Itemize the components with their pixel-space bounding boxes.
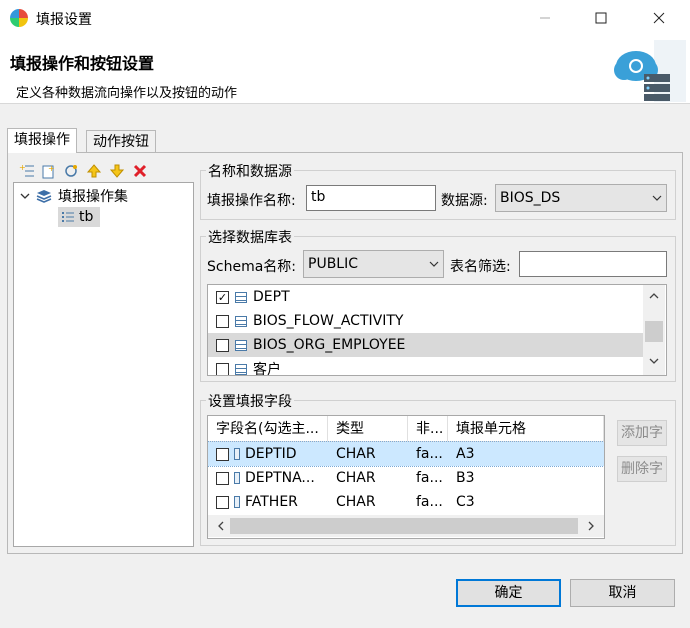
type-cell: CHAR [336, 494, 376, 510]
scroll-up-icon [649, 293, 659, 299]
table-row[interactable]: DEPTNA... CHAR fa... B3 [208, 466, 604, 490]
data-source-label: 数据源: [441, 193, 488, 209]
cell-ref-cell: C3 [456, 494, 475, 510]
maximize-button[interactable] [578, 0, 624, 36]
remove-field-button[interactable]: 删除字 [617, 456, 667, 482]
ok-button[interactable]: 确定 [456, 579, 561, 607]
data-source-select[interactable]: BIOS_DS [495, 184, 667, 212]
table-name: BIOS_ORG_EMPLOYEE [253, 337, 406, 353]
table-icon [235, 363, 247, 375]
operation-tree[interactable] [13, 182, 194, 547]
checkbox[interactable] [216, 471, 229, 485]
tab-fill-operations[interactable]: 填报操作 [7, 128, 77, 153]
scroll-down-icon [649, 358, 659, 364]
tree-node-tb[interactable]: tb [58, 207, 100, 227]
table-name: 客户 [253, 362, 281, 376]
name-source-group-label: 名称和数据源 [206, 161, 294, 181]
fields-table-scrollbar[interactable] [208, 515, 604, 537]
table-list-scrollbar[interactable] [643, 285, 665, 375]
chevron-down-icon [652, 195, 662, 201]
svg-text:+: + [19, 163, 26, 172]
operation-name-label: 填报操作名称: [207, 193, 296, 209]
operation-name-input[interactable]: tb [306, 185, 436, 211]
list-icon [62, 212, 74, 222]
schema-select[interactable]: PUBLIC [303, 250, 444, 278]
field-name-cell: FATHER [208, 490, 328, 514]
close-icon [653, 12, 665, 24]
banner-title: 填报操作和按钮设置 [10, 54, 155, 73]
scroll-left-icon [218, 521, 224, 531]
cloud-server-icon [614, 40, 686, 102]
minimize-button[interactable] [522, 0, 568, 36]
add-icon[interactable]: + [18, 162, 36, 180]
column-header[interactable]: 字段名(勾选主... [208, 416, 328, 442]
refresh-icon[interactable] [62, 162, 80, 180]
checkbox[interactable] [216, 338, 229, 352]
maximize-icon [595, 12, 607, 24]
cell-ref-cell: B3 [456, 470, 475, 486]
data-source-value: BIOS_DS [500, 190, 561, 206]
chevron-down-icon [429, 261, 439, 267]
tree-root-label: 填报操作集 [58, 189, 128, 205]
list-item[interactable]: ✓ DEPT [208, 285, 644, 309]
nonnull-cell: fa... [416, 494, 443, 510]
scroll-thumb [230, 518, 578, 534]
checkbox[interactable] [216, 314, 229, 328]
nonnull-cell: fa... [416, 446, 443, 462]
type-cell: CHAR [336, 470, 376, 486]
checkbox[interactable] [216, 495, 229, 509]
minimize-icon [540, 17, 550, 19]
table-icon [235, 315, 247, 327]
table-icon [235, 291, 247, 303]
schema-value: PUBLIC [308, 256, 358, 272]
table-icon [235, 339, 247, 351]
checkbox[interactable]: ✓ [216, 290, 229, 304]
fields-group-label: 设置填报字段 [206, 391, 294, 411]
field-name-cell: DEPTNA... [208, 466, 328, 490]
layers-icon [36, 190, 52, 203]
column-icon [234, 496, 240, 508]
list-item[interactable]: BIOS_ORG_EMPLOYEE [208, 333, 644, 357]
app-logo-icon [10, 9, 28, 27]
list-item[interactable]: 客户 [208, 357, 644, 376]
tree-node-root[interactable]: 填报操作集 [20, 186, 128, 206]
close-button[interactable] [636, 0, 682, 36]
add-field-button[interactable]: 添加字 [617, 420, 667, 446]
svg-text:+: + [48, 164, 55, 173]
table-filter-input[interactable] [519, 251, 667, 277]
checkbox[interactable] [216, 362, 229, 375]
column-header[interactable]: 非... [408, 416, 448, 442]
window-title: 填报设置 [36, 12, 92, 28]
move-up-icon[interactable] [85, 162, 103, 180]
column-icon [234, 472, 240, 484]
column-header[interactable]: 填报单元格 [448, 416, 604, 442]
table-row[interactable]: DEPTID CHAR fa... A3 [208, 441, 604, 467]
db-table-group-label: 选择数据库表 [206, 227, 294, 247]
tab-action-buttons[interactable]: 动作按钮 [86, 130, 156, 152]
column-icon [234, 448, 240, 460]
cell-ref-cell: A3 [456, 446, 475, 462]
cancel-button[interactable]: 取消 [570, 579, 675, 607]
table-name: DEPT [253, 289, 290, 305]
list-item[interactable]: BIOS_FLOW_ACTIVITY [208, 309, 644, 333]
schema-label: Schema名称: [207, 259, 297, 275]
nonnull-cell: fa... [416, 470, 443, 486]
table-name: BIOS_FLOW_ACTIVITY [253, 313, 404, 329]
chevron-down-icon [20, 193, 30, 199]
tree-child-label: tb [79, 209, 94, 225]
banner-description: 定义各种数据流向操作以及按钮的动作 [16, 86, 238, 101]
delete-icon[interactable] [131, 162, 149, 180]
table-row[interactable]: FATHER CHAR fa... C3 [208, 490, 604, 514]
move-down-icon[interactable] [108, 162, 126, 180]
add-child-icon[interactable]: + [39, 162, 57, 180]
field-name-cell: DEPTID [208, 442, 328, 466]
type-cell: CHAR [336, 446, 376, 462]
table-filter-label: 表名筛选: [450, 259, 511, 275]
checkbox[interactable] [216, 447, 229, 461]
scroll-thumb [645, 321, 663, 342]
table-list[interactable]: ✓ DEPT BIOS_FLOW_ACTIVITY BIOS_ORG_EMPLO… [207, 284, 667, 376]
scroll-right-icon [588, 521, 594, 531]
column-header[interactable]: 类型 [328, 416, 408, 442]
